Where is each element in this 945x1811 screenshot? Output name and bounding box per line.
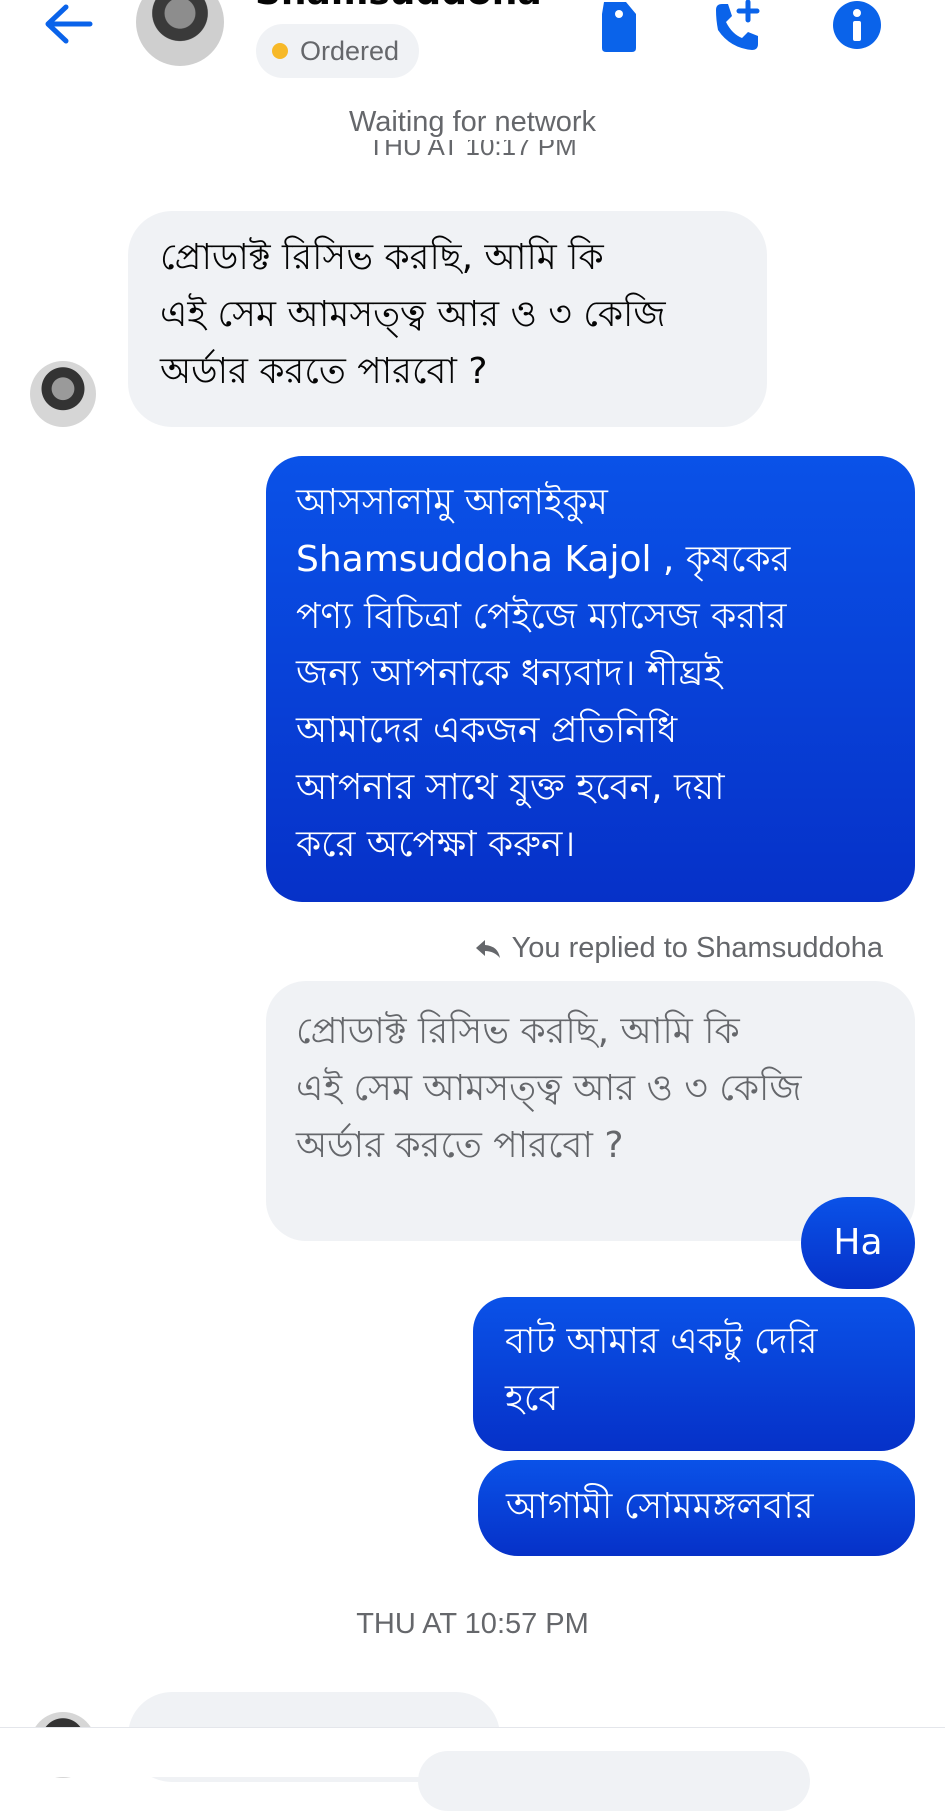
contact-avatar[interactable] xyxy=(136,0,224,66)
chat-header: Shamsuddoha Ordered xyxy=(0,0,945,90)
network-status: Waiting for network xyxy=(348,106,597,138)
sender-avatar[interactable] xyxy=(30,361,96,427)
message-line: আপনার সাথে যুক্ত হবেন, দয়া xyxy=(296,767,725,808)
info-icon[interactable] xyxy=(830,0,884,54)
message-line: আসসালামু আলাইকুম xyxy=(296,482,608,523)
message-line: জন্য আপনাকে ধন্যবাদ। শীঘ্রই xyxy=(296,653,723,694)
message-line: অর্ডার করতে পারবো ? xyxy=(160,351,488,392)
message-line: করে অপেক্ষা করুন। xyxy=(296,824,576,865)
call-add-icon[interactable] xyxy=(708,0,762,54)
outgoing-message[interactable]: আগামী সোমমঙ্গলবার xyxy=(478,1460,915,1556)
reply-indicator: You replied to Shamsuddoha xyxy=(474,932,883,965)
message-line: বাট আমার একটু দেরি xyxy=(505,1321,818,1362)
message-text: Ha xyxy=(833,1222,883,1263)
status-dot-icon xyxy=(272,43,288,59)
quoted-message[interactable]: প্রোডাক্ট রিসিভ করছি, আমি কি এই সেম আমসত… xyxy=(266,981,915,1241)
message-text: আগামী সোমমঙ্গলবার xyxy=(506,1486,814,1527)
back-arrow-icon[interactable] xyxy=(42,2,94,46)
reply-label: You replied to Shamsuddoha xyxy=(511,932,883,964)
message-line: এই সেম আমসত্ত্ব আর ও ৩ কেজি xyxy=(160,294,666,335)
message-line: এই সেম আমসত্ত্ব আর ও ৩ কেজি xyxy=(296,1068,802,1109)
outgoing-message[interactable]: Ha xyxy=(801,1197,915,1289)
status-badge[interactable]: Ordered xyxy=(256,24,420,78)
message-line: হবে xyxy=(505,1378,559,1419)
outgoing-message[interactable]: বাট আমার একটু দেরি হবে xyxy=(473,1297,915,1451)
message-input[interactable] xyxy=(418,1751,810,1811)
message-line: প্রোডাক্ট রিসিভ করছি, আমি কি xyxy=(296,1011,740,1052)
message-line: অর্ডার করতে পারবো ? xyxy=(296,1125,624,1166)
status-label: Ordered xyxy=(300,35,400,66)
partial-timestamp: THU AT 10:17 PM xyxy=(368,140,577,160)
message-line: আমাদের একজন প্রতিনিধি xyxy=(296,710,678,751)
reply-arrow-icon xyxy=(475,939,500,958)
message-line: Shamsuddoha Kajol , কৃষকের xyxy=(296,539,791,580)
timestamp: THU AT 10:57 PM xyxy=(356,1608,589,1640)
contact-name[interactable]: Shamsuddoha xyxy=(255,0,542,13)
outgoing-message[interactable]: আসসালামু আলাইকুম Shamsuddoha Kajol , কৃষ… xyxy=(266,456,915,902)
tag-icon[interactable] xyxy=(592,0,646,54)
incoming-message[interactable]: প্রোডাক্ট রিসিভ করছি, আমি কি এই সেম আমসত… xyxy=(128,211,767,427)
message-line: প্রোডাক্ট রিসিভ করছি, আমি কি xyxy=(160,237,604,278)
message-line: পণ্য বিচিত্রা পেইজে ম্যাসেজ করার xyxy=(296,596,787,637)
